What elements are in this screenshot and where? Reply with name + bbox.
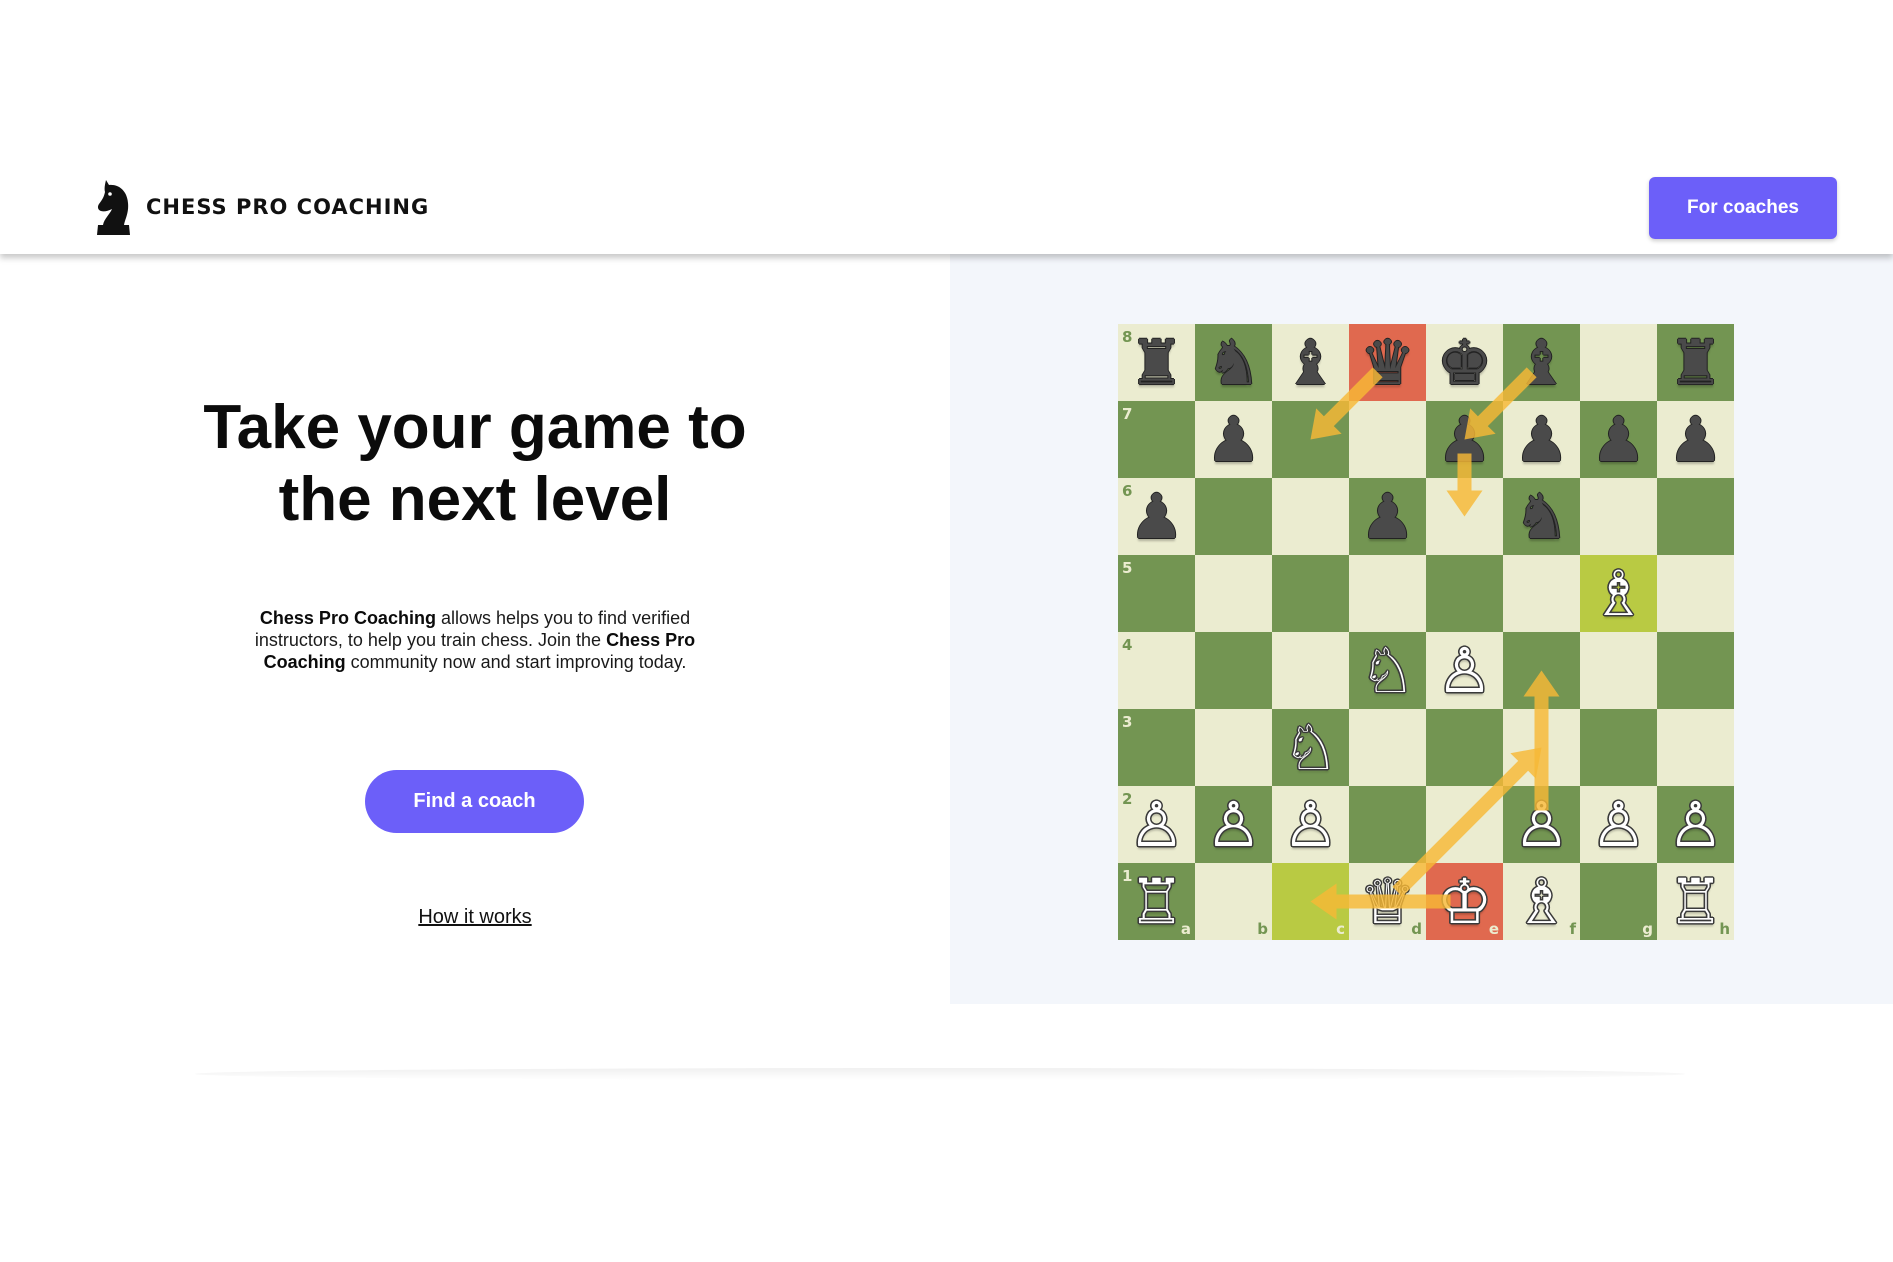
square-c5[interactable] (1272, 555, 1349, 632)
square-c6[interactable] (1272, 478, 1349, 555)
square-f5[interactable] (1503, 555, 1580, 632)
how-it-works-link[interactable]: How it works (418, 906, 531, 928)
square-h6[interactable] (1657, 478, 1734, 555)
white-rook-a1[interactable]: ♖ (1118, 863, 1195, 940)
hero-title-line1: Take your game to (203, 393, 747, 462)
square-b5[interactable] (1195, 555, 1272, 632)
black-pawn-a6[interactable]: ♟ (1118, 478, 1195, 555)
black-pawn-f7[interactable]: ♟ (1503, 401, 1580, 478)
white-bishop-f1[interactable]: ♗ (1503, 863, 1580, 940)
hero-title-line2: the next level (278, 465, 672, 534)
black-rook-a8[interactable]: ♜ (1118, 324, 1195, 401)
for-coaches-button[interactable]: For coaches (1649, 177, 1837, 239)
square-g6[interactable] (1580, 478, 1657, 555)
square-g8[interactable] (1580, 324, 1657, 401)
square-g4[interactable] (1580, 632, 1657, 709)
hero-description: Chess Pro Coaching allows helps you to f… (250, 607, 700, 673)
square-e3[interactable] (1426, 709, 1503, 786)
white-pawn-c2[interactable]: ♙ (1272, 786, 1349, 863)
black-queen-d8[interactable]: ♛ (1349, 324, 1426, 401)
black-pawn-h7[interactable]: ♟ (1657, 401, 1734, 478)
logo[interactable]: CHESS PRO COACHING (94, 176, 429, 238)
square-a4[interactable]: 4 (1118, 632, 1195, 709)
rank-label: 5 (1122, 559, 1133, 577)
white-pawn-b2[interactable]: ♙ (1195, 786, 1272, 863)
square-b1[interactable]: b (1195, 863, 1272, 940)
square-e2[interactable] (1426, 786, 1503, 863)
square-c1[interactable]: c (1272, 863, 1349, 940)
hero-section: Take your game to the next level Chess P… (0, 254, 950, 1004)
white-pawn-f2[interactable]: ♙ (1503, 786, 1580, 863)
square-g1[interactable]: g (1580, 863, 1657, 940)
how-it-works-container: How it works (0, 906, 950, 929)
section-divider (195, 1068, 1685, 1080)
description-part2: community now and start improving today. (345, 652, 687, 672)
white-bishop-g5[interactable]: ♗ (1580, 555, 1657, 632)
square-h5[interactable] (1657, 555, 1734, 632)
square-a5[interactable]: 5 (1118, 555, 1195, 632)
square-d3[interactable] (1349, 709, 1426, 786)
square-f3[interactable] (1503, 709, 1580, 786)
square-b3[interactable] (1195, 709, 1272, 786)
black-king-e8[interactable]: ♚ (1426, 324, 1503, 401)
black-bishop-f8[interactable]: ♝ (1503, 324, 1580, 401)
square-b4[interactable] (1195, 632, 1272, 709)
white-pawn-a2[interactable]: ♙ (1118, 786, 1195, 863)
square-h3[interactable] (1657, 709, 1734, 786)
rank-label: 3 (1122, 713, 1133, 731)
knight-icon (97, 180, 130, 235)
square-g3[interactable] (1580, 709, 1657, 786)
black-knight-f6[interactable]: ♞ (1503, 478, 1580, 555)
brand-name: Chess Pro Coaching (259, 608, 436, 628)
square-c4[interactable] (1272, 632, 1349, 709)
square-f4[interactable] (1503, 632, 1580, 709)
white-queen-d1[interactable]: ♕ (1349, 863, 1426, 940)
site-header: CHESS PRO COACHING For coaches (0, 0, 1893, 254)
square-c7[interactable] (1272, 401, 1349, 478)
white-knight-d4[interactable]: ♘ (1349, 632, 1426, 709)
square-a7[interactable]: 7 (1118, 401, 1195, 478)
square-d5[interactable] (1349, 555, 1426, 632)
file-label: g (1642, 920, 1653, 938)
black-pawn-b7[interactable]: ♟ (1195, 401, 1272, 478)
white-knight-c3[interactable]: ♘ (1272, 709, 1349, 786)
black-pawn-e7[interactable]: ♟ (1426, 401, 1503, 478)
black-knight-b8[interactable]: ♞ (1195, 324, 1272, 401)
chess-board[interactable]: 8 7 6 5 4 3 2 1 a b c d e f g h ♜ ♞ ♝ ♛ ♚ ♝ ♜ ♟ ♟ ♟ ♟ ♟ ♟ ♟ ♞ ♗ ♘ ♙ ♘ ♙ ♙ ♙ ♙ ♙… (1118, 324, 1734, 940)
rank-label: 7 (1122, 405, 1133, 423)
square-e5[interactable] (1426, 555, 1503, 632)
hero-title: Take your game to the next level (0, 392, 950, 536)
square-h4[interactable] (1657, 632, 1734, 709)
square-a3[interactable]: 3 (1118, 709, 1195, 786)
square-d7[interactable] (1349, 401, 1426, 478)
black-bishop-c8[interactable]: ♝ (1272, 324, 1349, 401)
rank-label: 4 (1122, 636, 1133, 654)
file-label: c (1336, 920, 1345, 938)
black-pawn-d6[interactable]: ♟ (1349, 478, 1426, 555)
black-pawn-g7[interactable]: ♟ (1580, 401, 1657, 478)
white-pawn-h2[interactable]: ♙ (1657, 786, 1734, 863)
white-king-e1[interactable]: ♔ (1426, 863, 1503, 940)
square-e6[interactable] (1426, 478, 1503, 555)
logo-text: CHESS PRO COACHING (146, 195, 430, 219)
white-pawn-g2[interactable]: ♙ (1580, 786, 1657, 863)
white-rook-h1[interactable]: ♖ (1657, 863, 1734, 940)
white-pawn-e4[interactable]: ♙ (1426, 632, 1503, 709)
square-b6[interactable] (1195, 478, 1272, 555)
square-d2[interactable] (1349, 786, 1426, 863)
black-rook-h8[interactable]: ♜ (1657, 324, 1734, 401)
find-coach-button[interactable]: Find a coach (365, 770, 584, 833)
chess-board-container: 8 7 6 5 4 3 2 1 a b c d e f g h ♜ ♞ ♝ ♛ ♚ ♝ ♜ ♟ ♟ ♟ ♟ ♟ ♟ ♟ ♞ ♗ ♘ ♙ ♘ ♙ ♙ ♙ ♙ ♙… (1118, 324, 1734, 940)
file-label: b (1257, 920, 1268, 938)
